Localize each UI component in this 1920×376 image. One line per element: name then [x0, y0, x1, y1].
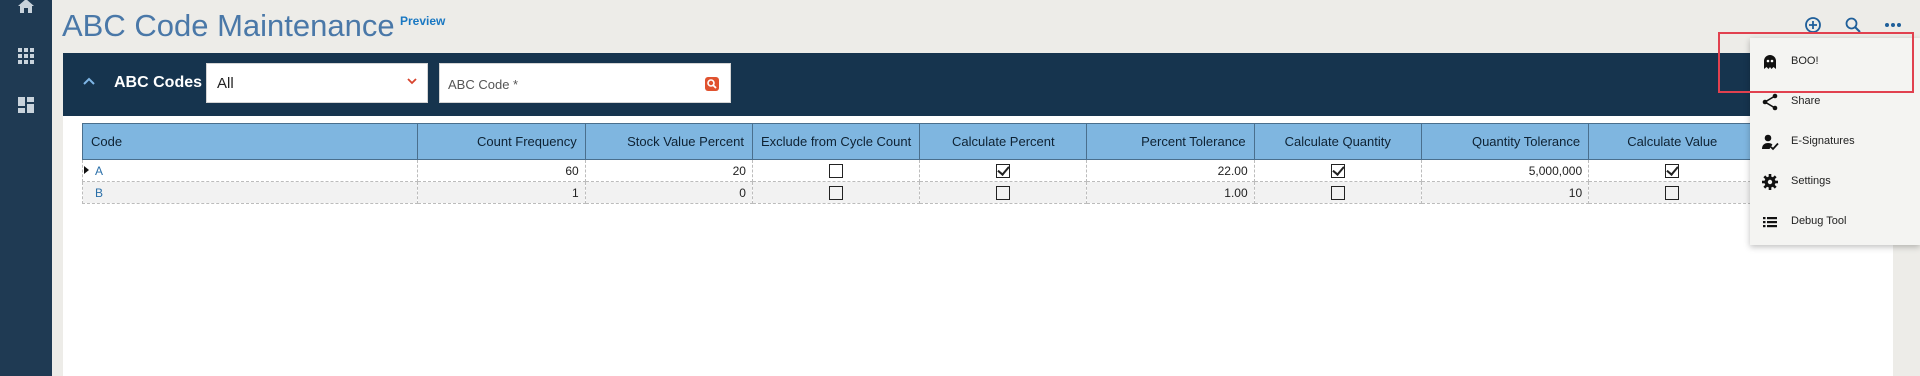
- cell-calculate-percent: [919, 181, 1088, 204]
- checkbox[interactable]: [829, 185, 844, 200]
- column-header-quantity-tolerance[interactable]: Quantity Tolerance: [1420, 123, 1590, 160]
- cell-calculate-value: [1588, 181, 1757, 204]
- left-nav-rail: [0, 0, 52, 376]
- e-signature-icon: [1760, 132, 1780, 152]
- preview-label[interactable]: Preview: [400, 14, 445, 28]
- checkbox[interactable]: [829, 163, 844, 178]
- cell-exclude-from-cycle-count: [751, 181, 921, 204]
- cell-percent-tolerance[interactable]: 1.00: [1086, 181, 1255, 204]
- page-title: ABC Code Maintenance: [62, 8, 395, 43]
- list-icon: [1760, 212, 1780, 232]
- highlight-box: [1718, 32, 1914, 93]
- data-table: Code Count Frequency Stock Value Percent…: [82, 123, 1892, 204]
- abc-codes-panel: ABC Codes All Code Count Frequency: [63, 53, 1893, 376]
- cell-percent-tolerance[interactable]: 22.00: [1086, 159, 1255, 182]
- column-header-calculate-percent[interactable]: Calculate Percent: [919, 123, 1088, 160]
- search-lookup-icon[interactable]: [704, 76, 720, 92]
- menu-item-label: Settings: [1791, 175, 1831, 187]
- cell-calculate-percent: [919, 159, 1088, 182]
- column-header-code[interactable]: Code: [82, 123, 419, 160]
- checkbox[interactable]: [1330, 185, 1345, 200]
- cell-calculate-quantity: [1253, 159, 1422, 182]
- current-row-indicator-icon: [84, 166, 89, 174]
- chevron-up-icon[interactable]: [82, 73, 96, 91]
- checkbox[interactable]: [1665, 185, 1680, 200]
- menu-item-label: E-Signatures: [1791, 135, 1855, 147]
- checkbox[interactable]: [996, 185, 1011, 200]
- gear-icon: [1760, 172, 1780, 192]
- menu-item-settings[interactable]: Settings: [1750, 162, 1920, 202]
- menu-item-label: Debug Tool: [1791, 215, 1847, 227]
- cell-exclude-from-cycle-count: [751, 159, 921, 182]
- column-header-calculate-value[interactable]: Calculate Value: [1588, 123, 1757, 160]
- cell-stock-value-percent[interactable]: 0: [584, 181, 753, 204]
- checkbox[interactable]: [1330, 163, 1345, 178]
- abc-code-search: [439, 63, 731, 103]
- cell-count-frequency[interactable]: 1: [417, 181, 586, 204]
- dashboard-icon[interactable]: [16, 95, 36, 115]
- checkbox[interactable]: [996, 163, 1011, 178]
- column-header-exclude-from-cycle-count[interactable]: Exclude from Cycle Count: [751, 123, 921, 160]
- filter-select-value: All: [217, 75, 234, 92]
- cell-code[interactable]: B: [82, 181, 419, 204]
- panel-header: ABC Codes All: [63, 53, 1893, 116]
- cell-code[interactable]: A: [82, 159, 419, 182]
- menu-item-label: Share: [1791, 95, 1821, 107]
- share-icon: [1760, 92, 1780, 112]
- column-header-count-frequency[interactable]: Count Frequency: [417, 123, 586, 160]
- code-link[interactable]: A: [95, 164, 103, 178]
- menu-item-debug-tool[interactable]: Debug Tool: [1750, 202, 1920, 242]
- column-header-stock-value-percent[interactable]: Stock Value Percent: [584, 123, 753, 160]
- cell-calculate-quantity: [1253, 181, 1422, 204]
- filter-select[interactable]: All: [206, 63, 428, 103]
- apps-grid-icon[interactable]: [16, 46, 36, 66]
- panel-title: ABC Codes: [114, 74, 203, 91]
- abc-codes-grid: Code Count Frequency Stock Value Percent…: [82, 123, 1892, 376]
- chevron-down-icon: [405, 74, 419, 91]
- table-row[interactable]: A 60 20 22.00 5,000,000: [82, 159, 1892, 182]
- table-row[interactable]: B 1 0 1.00 10: [82, 181, 1892, 204]
- page-header: ABC Code Maintenance Preview: [52, 0, 1920, 52]
- cell-quantity-tolerance[interactable]: 5,000,000: [1420, 159, 1590, 182]
- menu-item-e-signatures[interactable]: E-Signatures: [1750, 122, 1920, 162]
- cell-quantity-tolerance[interactable]: 10: [1420, 181, 1590, 204]
- table-header-row: Code Count Frequency Stock Value Percent…: [82, 123, 1892, 160]
- code-link[interactable]: B: [95, 186, 103, 200]
- checkbox[interactable]: [1665, 163, 1680, 178]
- cell-count-frequency[interactable]: 60: [417, 159, 586, 182]
- column-header-percent-tolerance[interactable]: Percent Tolerance: [1086, 123, 1255, 160]
- home-icon[interactable]: [16, 0, 36, 16]
- abc-code-input[interactable]: [448, 72, 688, 96]
- cell-calculate-value: [1588, 159, 1757, 182]
- cell-stock-value-percent[interactable]: 20: [584, 159, 753, 182]
- column-header-calculate-quantity[interactable]: Calculate Quantity: [1253, 123, 1422, 160]
